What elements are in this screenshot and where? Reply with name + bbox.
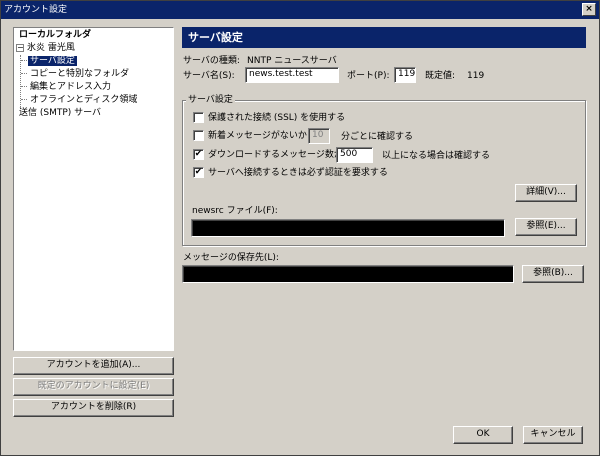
tree-item-server-settings[interactable]: サーバ設定 xyxy=(14,55,173,68)
auth-checkbox[interactable]: ✔ xyxy=(193,167,204,178)
default-port-label: 既定値: xyxy=(425,71,456,81)
server-type-value: NNTP ニュースサーバ xyxy=(247,56,337,66)
group-title: サーバ設定 xyxy=(186,94,235,106)
collapse-icon[interactable]: − xyxy=(16,43,24,52)
check-new-suffix: 分ごとに確認する xyxy=(341,132,414,142)
newsrc-label: newsrc ファイル(F): xyxy=(192,206,278,216)
default-port-value: 119 xyxy=(467,71,485,81)
storage-browse-button[interactable]: 参照(B)... xyxy=(522,265,584,283)
set-default-account-button[interactable]: 既定のアカウントに設定(E) xyxy=(13,378,174,396)
tree-branch xyxy=(21,73,27,74)
tree-item-copies-folders[interactable]: コピーと特別なフォルダ xyxy=(14,68,173,81)
tree-item-local-folders[interactable]: ローカルフォルダ xyxy=(14,29,173,42)
port-label: ポート(P): xyxy=(347,71,390,81)
port-input[interactable]: 119 xyxy=(394,67,416,83)
title-bar: アカウント設定 × xyxy=(1,1,599,19)
tree-branch xyxy=(21,60,27,61)
ssl-checkbox-row[interactable]: 保護された接続 (SSL) を使用する xyxy=(193,112,345,125)
ssl-checkbox[interactable] xyxy=(193,112,204,123)
advanced-button[interactable]: 詳細(V)... xyxy=(515,184,577,202)
download-limit-row[interactable]: ✔ ダウンロードするメッセージ数が xyxy=(193,149,343,162)
download-limit-suffix: 以上になる場合は確認する xyxy=(382,151,491,161)
download-count-input[interactable]: 500 xyxy=(336,147,373,163)
add-account-button[interactable]: アカウントを追加(A)... xyxy=(13,357,174,375)
page-title: サーバ設定 xyxy=(182,27,586,48)
tree-branch xyxy=(21,99,27,100)
download-limit-label: ダウンロードするメッセージ数が xyxy=(208,150,343,160)
cancel-button[interactable]: キャンセル xyxy=(523,426,583,444)
check-new-checkbox[interactable] xyxy=(193,130,204,141)
server-name-label: サーバ名(S): xyxy=(183,71,235,81)
window-title: アカウント設定 xyxy=(4,5,68,15)
remove-account-button[interactable]: アカウントを削除(R) xyxy=(13,399,174,417)
check-interval-input[interactable]: 10 xyxy=(308,128,330,144)
tree-branch xyxy=(21,86,27,87)
tree-item-composition[interactable]: 編集とアドレス入力 xyxy=(14,81,173,94)
check-new-row[interactable]: 新着メッセージがないか xyxy=(193,130,307,143)
close-icon[interactable]: × xyxy=(582,3,596,16)
check-new-label: 新着メッセージがないか xyxy=(208,131,307,141)
tree-item-account[interactable]: − 氷炎 雷光風 xyxy=(14,42,173,55)
storage-label: メッセージの保存先(L): xyxy=(183,253,279,263)
download-limit-checkbox[interactable]: ✔ xyxy=(193,149,204,160)
tree-item-offline-disk[interactable]: オフラインとディスク領域 xyxy=(14,94,173,107)
ssl-label: 保護された接続 (SSL) を使用する xyxy=(208,113,346,123)
account-tree: ローカルフォルダ − 氷炎 雷光風 サーバ設定 コピーと特別なフォルダ 編集とアド… xyxy=(13,27,174,351)
storage-path-input[interactable] xyxy=(182,265,514,283)
server-name-input[interactable]: news.test.test xyxy=(245,67,339,83)
auth-row[interactable]: ✔ サーバへ接続するときは必ず認証を要求する xyxy=(193,167,388,180)
account-settings-window: アカウント設定 × ローカルフォルダ − 氷炎 雷光風 サーバ設定 コピーと特別な… xyxy=(0,0,600,456)
newsrc-browse-button[interactable]: 参照(E)... xyxy=(515,218,577,236)
ok-button[interactable]: OK xyxy=(453,426,513,444)
tree-item-smtp[interactable]: 送信 (SMTP) サーバ xyxy=(14,107,173,120)
auth-label: サーバへ接続するときは必ず認証を要求する xyxy=(208,168,388,178)
server-type-label: サーバの種類: xyxy=(183,56,240,66)
newsrc-path-input[interactable] xyxy=(191,219,505,237)
